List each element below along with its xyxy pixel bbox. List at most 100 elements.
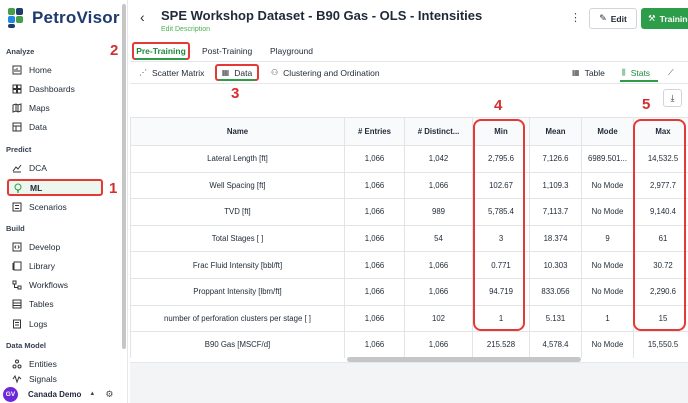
cell-mean: 18.374 [529, 224, 582, 253]
sidebar-item-label: Signals [29, 374, 57, 384]
sidebar-item-label: Develop [29, 242, 61, 252]
cell-max: 15,550.5 [633, 331, 688, 358]
cell-distinct: 102 [404, 304, 473, 333]
cell-name: B90 Gas [MSCF/d] [130, 331, 345, 358]
code-icon [12, 242, 22, 252]
table-footer-area [130, 362, 688, 403]
column-header-mode[interactable]: Mode [581, 117, 634, 146]
page-title: SPE Workshop Dataset - B90 Gas - OLS - I… [161, 8, 483, 23]
cell-entries: 1,066 [344, 198, 405, 226]
table-icon [12, 299, 22, 309]
sidebar-item-label: Tables [29, 299, 54, 309]
more-options-icon[interactable]: ⋮ [570, 11, 581, 24]
sidebar-item-label: Logs [29, 319, 48, 329]
view-label: Stats [630, 67, 651, 78]
cell-entries: 1,066 [344, 331, 405, 358]
cell-mode: 6989.501... [581, 145, 634, 173]
gear-icon[interactable]: ⚙ [105, 389, 113, 400]
bar-chart-icon: ⫼ [622, 67, 626, 77]
sidebar-item-dca[interactable]: DCA [12, 160, 47, 176]
table-header-row: Name # Entries # Distinct... Min Mean Mo… [130, 117, 688, 146]
tab-scatter-matrix[interactable]: ⋰ Scatter Matrix [139, 64, 204, 81]
user-menu[interactable]: GV Canada Demo ▲ ⚙ [0, 385, 128, 403]
cell-distinct: 1,066 [404, 331, 473, 358]
sidebar-item-signals[interactable]: Signals [12, 374, 57, 384]
edit-button[interactable]: ✎ Edit [589, 8, 637, 29]
stats-table: Name # Entries # Distinct... Min Mean Mo… [130, 117, 688, 358]
sidebar-scrollbar[interactable] [122, 4, 126, 349]
sidebar-item-tables[interactable]: Tables [12, 296, 54, 312]
section-title-analyze: Analyze [6, 47, 35, 56]
data-icon [12, 122, 22, 132]
section-title-predict: Predict [6, 145, 32, 154]
download-icon: ⤓ [670, 92, 675, 103]
column-header-distinct[interactable]: # Distinct... [404, 117, 473, 146]
petrovisor-logo-icon [8, 8, 26, 28]
cell-name: number of perforation clusters per stage… [130, 304, 345, 333]
cell-mean: 7,113.7 [529, 198, 582, 226]
sidebar-item-ml[interactable]: ML [7, 179, 103, 196]
home-icon [12, 65, 22, 75]
pencil-icon: ✎ [599, 13, 607, 23]
user-name: Canada Demo [28, 389, 82, 399]
cell-mean: 5.131 [529, 304, 582, 333]
cell-distinct: 1,042 [404, 145, 473, 173]
cell-entries: 1,066 [344, 224, 405, 253]
view-table[interactable]: ▦ Table [572, 64, 605, 81]
cell-distinct: 54 [404, 224, 473, 253]
tab-label: Clustering and Ordination [283, 67, 380, 78]
chevron-up-icon[interactable]: ▲ [89, 391, 95, 397]
table-icon: ▦ [221, 68, 230, 77]
column-header-mean[interactable]: Mean [529, 117, 582, 146]
sidebar-item-maps[interactable]: Maps [12, 100, 50, 116]
sidebar-item-label: Scenarios [29, 202, 67, 212]
tab-playground[interactable]: Playground [270, 42, 313, 60]
sidebar-item-workflows[interactable]: Workflows [12, 277, 68, 293]
cell-mode: 1 [581, 304, 634, 333]
sidebar-item-label: Home [29, 65, 52, 75]
entities-icon [12, 359, 22, 369]
section-title-build: Build [6, 224, 25, 233]
cell-entries: 1,066 [344, 304, 405, 333]
sidebar-item-develop[interactable]: Develop [12, 239, 60, 255]
cell-name: Well Spacing [ft] [130, 171, 345, 200]
cell-entries: 1,066 [344, 171, 405, 200]
lightbulb-icon [13, 183, 23, 193]
sidebar-item-scenarios[interactable]: Scenarios [12, 199, 67, 215]
cell-name: Total Stages [ ] [130, 224, 345, 253]
back-arrow-icon[interactable]: ‹ [140, 9, 145, 25]
sidebar-item-library[interactable]: Library [12, 258, 55, 274]
view-stats[interactable]: ⫼ Stats [622, 64, 650, 81]
cell-mean: 10.303 [529, 251, 582, 279]
active-subtab-indicator [219, 79, 255, 81]
tab-clustering-ordination[interactable]: ⚇ Clustering and Ordination [271, 64, 380, 81]
sidebar-item-label: Maps [29, 103, 50, 113]
cell-distinct: 1,066 [404, 171, 473, 200]
sidebar-item-home[interactable]: Home [12, 62, 52, 78]
sidebar-item-entities[interactable]: Entities [12, 356, 57, 372]
sidebar-item-label: DCA [29, 163, 47, 173]
column-header-entries[interactable]: # Entries [344, 117, 405, 146]
column-header-name[interactable]: Name [130, 117, 345, 146]
view-label: Table [584, 67, 605, 78]
tab-post-training[interactable]: Post-Training [202, 42, 252, 60]
avatar: GV [3, 386, 18, 402]
training-icon: ⚒ [648, 13, 656, 23]
cell-entries: 1,066 [344, 145, 405, 173]
sidebar-item-logs[interactable]: Logs [12, 316, 47, 332]
logo-text: PetroVisor [32, 8, 120, 27]
sidebar-item-label: Dashboards [29, 84, 75, 94]
view-chart[interactable]: ⟋ [668, 64, 679, 81]
sidebar-item-dashboards[interactable]: Dashboards [12, 81, 75, 97]
app-logo[interactable]: PetroVisor [8, 8, 120, 28]
sidebar-item-label: ML [30, 182, 43, 193]
scatter-icon: ⋰ [139, 68, 147, 77]
annotation-5: 5 [642, 96, 651, 113]
signals-icon [12, 374, 22, 384]
edit-description-link[interactable]: Edit Description [161, 26, 210, 33]
table-row: B90 Gas [MSCF/d] 1,066 1,066 215.528 4,5… [130, 331, 688, 358]
sidebar-item-data[interactable]: Data [12, 119, 47, 135]
download-button[interactable]: ⤓ [663, 89, 682, 107]
line-chart-icon: ⟋ [668, 67, 674, 77]
training-button[interactable]: ⚒ Training [641, 8, 688, 29]
